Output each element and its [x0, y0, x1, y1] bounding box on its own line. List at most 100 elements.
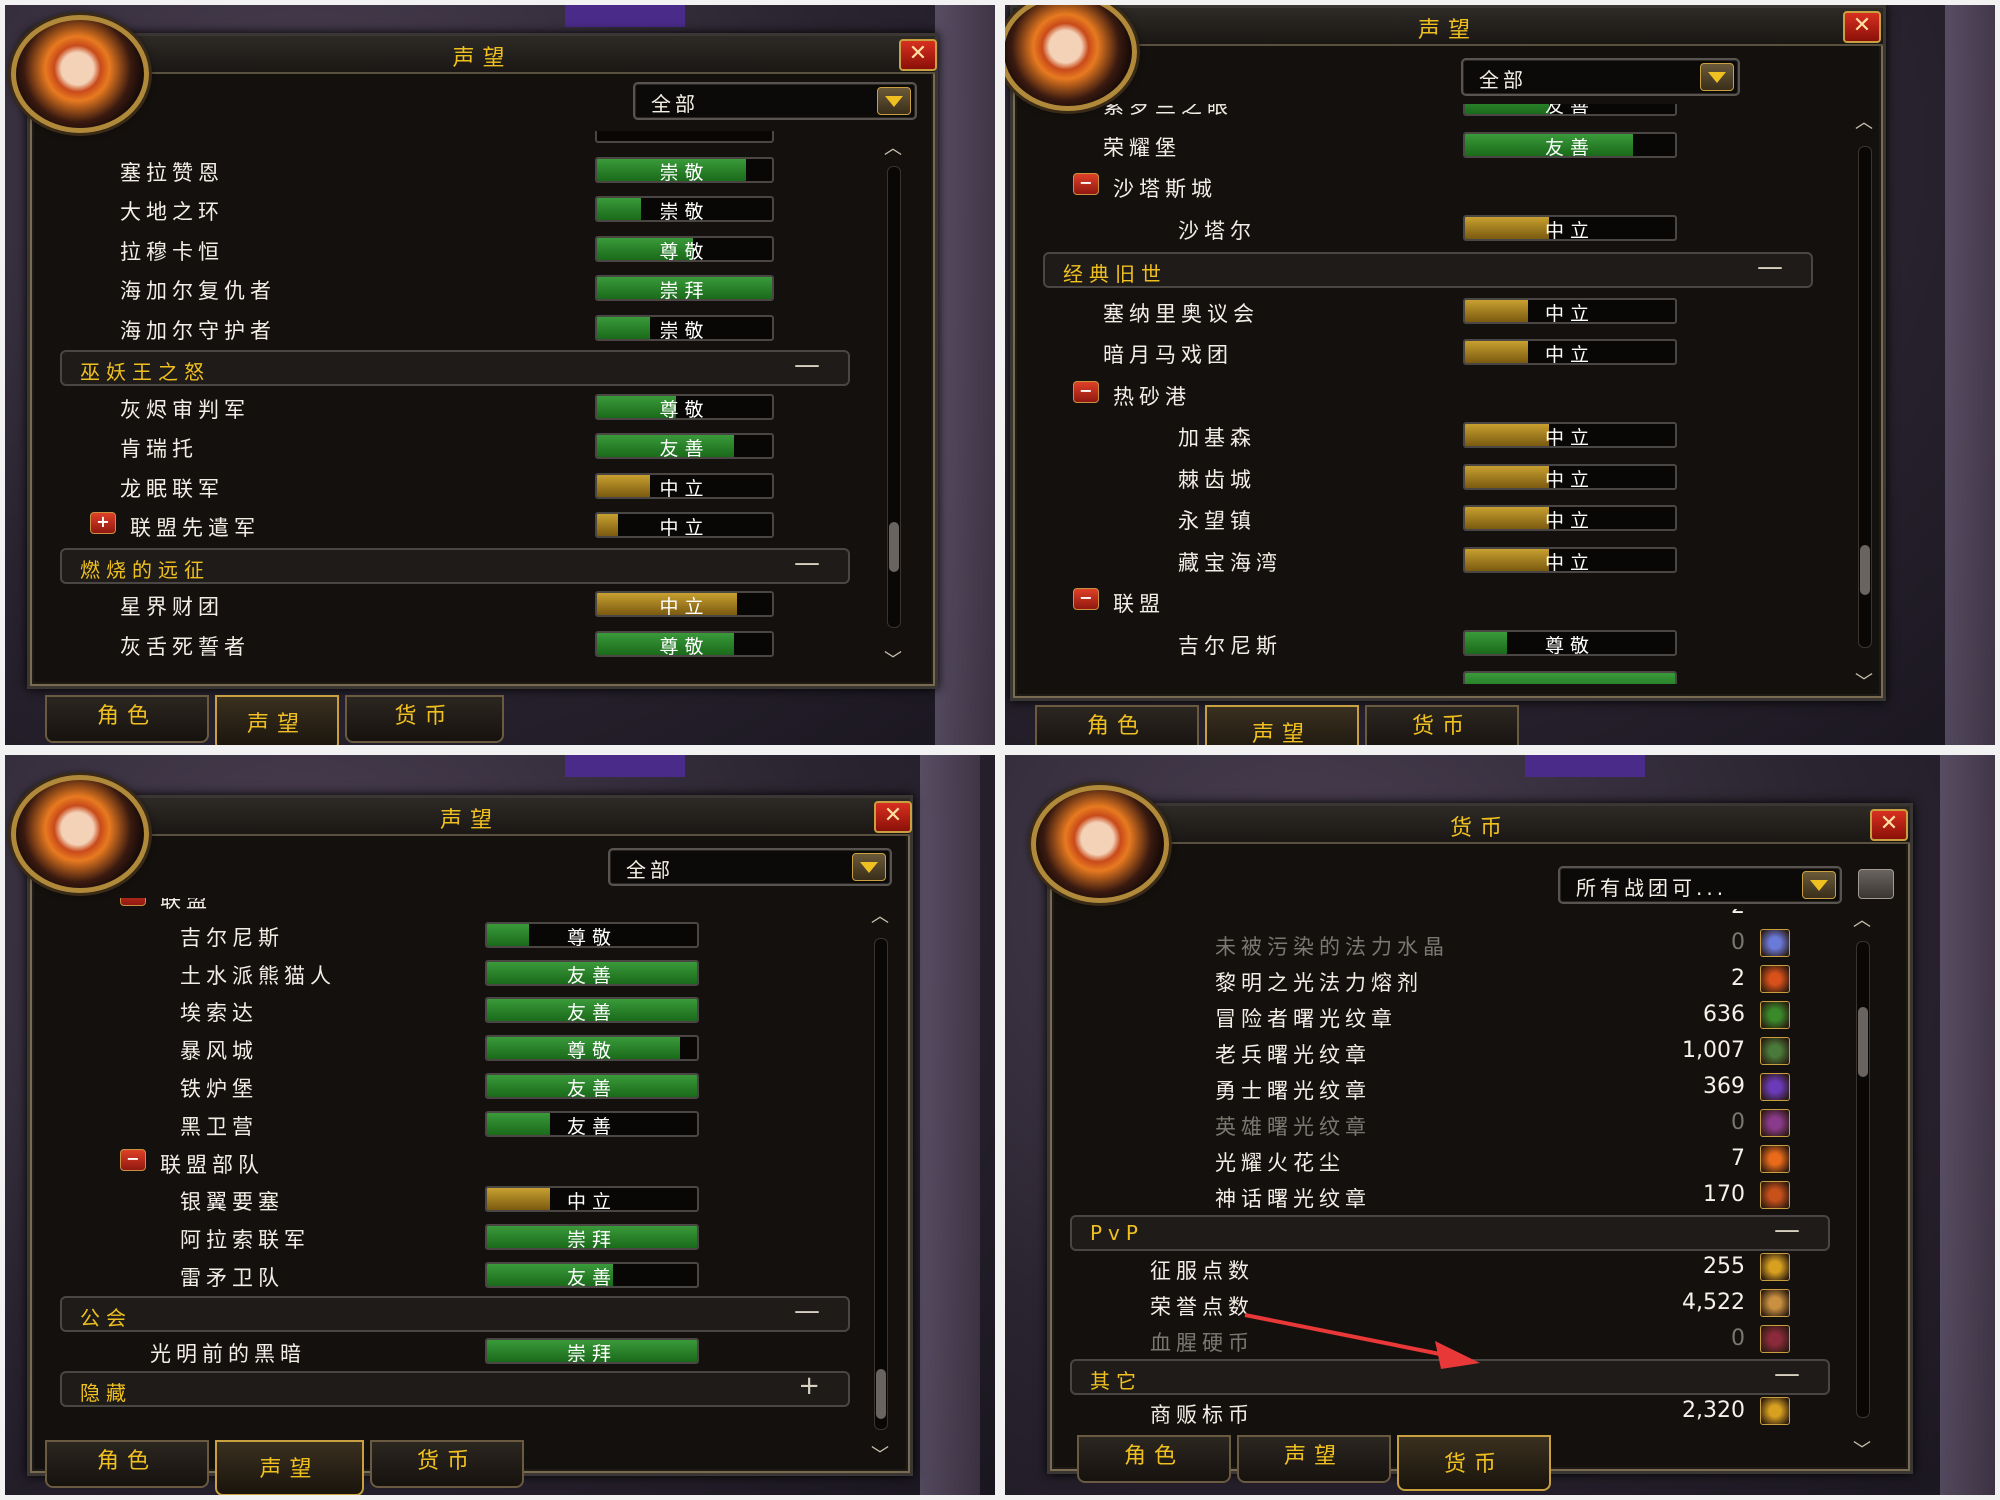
category-header-label: PvP — [1090, 1221, 1144, 1245]
collapse-toggle-icon[interactable]: + — [798, 1371, 820, 1401]
tab-reputation[interactable]: 声望 — [215, 695, 339, 745]
scroll-down-icon[interactable]: ﹀ — [1847, 1436, 1877, 1462]
expand-collapse-icon[interactable]: − — [1073, 380, 1099, 403]
expand-collapse-icon[interactable]: − — [1073, 588, 1099, 610]
standing-bar: 尊敬 — [595, 393, 774, 420]
list-item: 荣誉点数 4,522 — [1070, 1287, 1830, 1319]
tab-character[interactable]: 角色 — [1035, 705, 1199, 745]
tab-currency[interactable]: 货币 — [370, 1440, 524, 1488]
scrollbar-thumb[interactable] — [1858, 1007, 1868, 1077]
collapse-toggle-icon[interactable]: — — [1757, 252, 1783, 282]
close-button[interactable]: ✕ — [899, 39, 937, 71]
standing-label: 尊敬 — [566, 1040, 617, 1062]
scroll-down-icon[interactable]: ﹀ — [1849, 668, 1879, 694]
faction-name: 暗月马戏团 — [1103, 343, 1233, 367]
title-bar[interactable]: 声望 ✕ — [1013, 8, 1883, 46]
standing-bar: 友善 — [485, 959, 699, 986]
transfer-scroll-icon[interactable] — [1858, 869, 1894, 899]
tab-character[interactable]: 角色 — [45, 695, 209, 743]
dropdown-arrow-icon[interactable] — [877, 87, 911, 115]
scroll-down-icon[interactable]: ﹀ — [865, 1441, 895, 1467]
reputation-panel: 声望 ✕ 全部 塞拉赞恩 崇敬 大地之环 崇敬 拉穆卡恒 尊敬 海加尔复仇者 崇拜 海加尔守护者… — [27, 33, 938, 689]
tab-character[interactable]: 角色 — [45, 1440, 209, 1488]
scrollbar-thumb[interactable] — [889, 522, 899, 572]
collapse-toggle-icon[interactable]: — — [1774, 1215, 1800, 1245]
expand-collapse-icon[interactable]: − — [120, 1148, 146, 1171]
title-bar[interactable]: 货币 ✕ — [1050, 806, 1910, 844]
standing-label: 中立 — [1544, 302, 1595, 324]
scroll-down-icon[interactable]: ﹀ — [878, 646, 908, 672]
close-button[interactable]: ✕ — [1843, 11, 1881, 43]
title-bar[interactable]: 声望 ✕ — [30, 36, 937, 74]
scrollbar[interactable] — [874, 938, 888, 1430]
collapse-toggle-icon[interactable]: — — [794, 1296, 820, 1326]
category-header[interactable]: 隐藏 + — [60, 1371, 850, 1408]
tab-currency[interactable]: 货币 — [1397, 1435, 1551, 1491]
scrollbar[interactable] — [1858, 146, 1872, 648]
close-button[interactable]: ✕ — [874, 801, 912, 833]
scrollbar-thumb[interactable] — [876, 1369, 886, 1419]
list-item: 棘齿城 中立 — [1043, 460, 1823, 492]
close-button[interactable]: ✕ — [1870, 809, 1908, 841]
faction-name: 联盟部队 — [160, 1152, 264, 1177]
scrollbar[interactable] — [887, 166, 901, 628]
scrollbar[interactable] — [1856, 941, 1870, 1418]
currency-name: 荣誉点数 — [1150, 1295, 1254, 1319]
filter-value: 全部 — [651, 92, 699, 116]
dropdown-arrow-icon[interactable] — [1802, 871, 1836, 899]
collapse-toggle-icon[interactable]: — — [794, 350, 820, 380]
tab-currency[interactable]: 货币 — [345, 695, 504, 743]
list-item: 神话曙光纹章 170 — [1070, 1179, 1830, 1211]
currency-name: 商贩标币 — [1150, 1403, 1254, 1427]
scroll-up-icon[interactable]: ︿ — [865, 902, 895, 928]
standing-bar: 中立 — [1463, 505, 1677, 531]
filter-dropdown[interactable]: 所有战团可... — [1558, 866, 1842, 904]
currency-name: 勇士曙光纹章 — [1215, 1079, 1371, 1103]
expand-collapse-icon[interactable]: − — [1073, 173, 1099, 195]
filter-dropdown[interactable]: 全部 — [633, 82, 917, 120]
list-item: 藏宝海湾 中立 — [1043, 543, 1823, 575]
tab-reputation[interactable]: 声望 — [1237, 1435, 1391, 1483]
list-item: 黑卫营 友善 — [60, 1107, 860, 1139]
expand-collapse-icon[interactable]: − — [120, 898, 146, 906]
scroll-up-icon[interactable]: ︿ — [1849, 108, 1879, 134]
category-header[interactable]: 其它 — — [1070, 1359, 1830, 1395]
faction-name: 塞拉赞恩 — [120, 160, 224, 185]
expand-collapse-icon[interactable]: + — [90, 512, 116, 534]
currency-amount: 2 — [1625, 909, 1745, 919]
standing-label: 中立 — [659, 517, 710, 538]
tab-reputation[interactable]: 声望 — [1205, 705, 1359, 745]
category-header[interactable]: PvP — — [1070, 1215, 1830, 1251]
category-header[interactable]: 燃烧的远征 — — [60, 547, 850, 584]
standing-bar: 中立 — [485, 1186, 699, 1213]
title-bar[interactable]: 声望 ✕ — [30, 798, 912, 836]
scrollbar-thumb[interactable] — [1860, 545, 1870, 595]
category-header[interactable]: 巫妖王之怒 — — [60, 350, 850, 386]
category-header[interactable]: 公会 — — [60, 1295, 850, 1332]
standing-bar: 中立 — [1463, 422, 1677, 448]
tab-currency[interactable]: 货币 — [1365, 705, 1519, 745]
filter-dropdown[interactable]: 全部 — [1461, 58, 1740, 96]
list-item: 勇士曙光纹章 369 — [1070, 1071, 1830, 1103]
tab-character[interactable]: 角色 — [1077, 1435, 1231, 1483]
list-item: 暴风城 尊敬 — [60, 1031, 860, 1063]
collapse-toggle-icon[interactable]: — — [794, 548, 820, 578]
standing-bar: 崇拜 — [485, 1337, 699, 1364]
tab-reputation[interactable]: 声望 — [215, 1440, 364, 1495]
currency-amount: 255 — [1703, 1254, 1745, 1279]
dropdown-arrow-icon[interactable] — [1700, 63, 1734, 91]
collapse-toggle-icon[interactable]: — — [1774, 1359, 1800, 1389]
screenshot-reputation-1: 声望 ✕ 全部 塞拉赞恩 崇敬 大地之环 崇敬 拉穆卡恒 尊敬 海加尔复仇者 崇拜 海加尔守护者… — [5, 5, 995, 745]
standing-label: 中立 — [1544, 344, 1595, 365]
character-portrait — [11, 775, 149, 893]
scroll-up-icon[interactable]: ︿ — [878, 134, 908, 160]
standing-bar: 崇敬 — [595, 314, 774, 341]
crystal-icon — [1760, 929, 1790, 957]
list-item: PvP — — [1070, 1215, 1830, 1251]
filter-dropdown[interactable]: 全部 — [608, 848, 892, 886]
category-header-label: 隐藏 — [80, 1381, 132, 1406]
scroll-up-icon[interactable]: ︿ — [1847, 906, 1877, 932]
list-item: 隐藏 + — [60, 1371, 860, 1408]
category-header[interactable]: 经典旧世 — — [1043, 252, 1813, 288]
dropdown-arrow-icon[interactable] — [852, 853, 886, 881]
